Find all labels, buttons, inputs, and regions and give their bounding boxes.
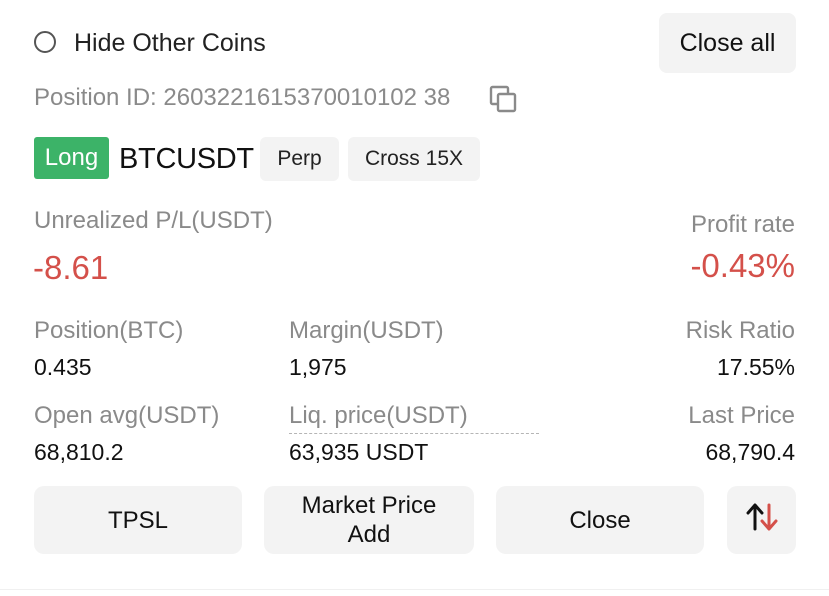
risk-ratio-value: 17.55% [716, 354, 795, 380]
margin-label: Margin(USDT) [289, 317, 444, 344]
bottom-divider [0, 589, 829, 590]
last-price-label: Last Price [688, 402, 795, 429]
tpsl-button[interactable]: TPSL [34, 486, 242, 554]
liq-price-value: 63,935 USDT [289, 439, 429, 465]
position-size-label: Position(BTC) [34, 317, 184, 344]
market-price-add-button[interactable]: Market Price Add [264, 486, 474, 554]
symbol-name[interactable]: BTCUSDT [119, 141, 254, 177]
position-id-label: Position ID: [34, 84, 157, 111]
position-size-value: 0.435 [34, 354, 92, 380]
hide-other-coins-label[interactable]: Hide Other Coins [74, 27, 266, 59]
market-price-add-label: Market Price Add [302, 491, 437, 549]
profit-rate-value: -0.43% [690, 247, 795, 284]
copy-icon[interactable] [489, 85, 517, 113]
long-badge: Long [34, 137, 109, 179]
liq-price-label[interactable]: Liq. price(USDT) [289, 401, 539, 434]
cross-leverage-tag[interactable]: Cross 15X [348, 137, 480, 181]
reverse-arrows-icon [745, 502, 779, 539]
market-price-add-line2: Add [347, 521, 391, 548]
hide-other-coins-radio[interactable] [34, 31, 56, 53]
position-id: Position ID: 2603221615370010102 38 [34, 82, 450, 114]
unrealized-pl-label: Unrealized P/L(USDT) [34, 207, 273, 234]
open-avg-value: 68,810.2 [34, 439, 124, 465]
reverse-position-button[interactable] [727, 486, 796, 554]
close-position-button[interactable]: Close [496, 486, 704, 554]
position-id-value: 2603221615370010102 38 [163, 84, 451, 111]
open-avg-label: Open avg(USDT) [34, 402, 220, 429]
profit-rate-label: Profit rate [690, 211, 795, 238]
margin-value: 1,975 [289, 354, 347, 380]
risk-ratio-label: Risk Ratio [685, 317, 795, 344]
perp-tag: Perp [260, 137, 339, 181]
market-price-add-line1: Market Price [301, 492, 437, 519]
unrealized-pl-value: -8.61 [33, 249, 109, 286]
close-all-button[interactable]: Close all [659, 13, 796, 73]
last-price-value: 68,790.4 [705, 439, 795, 465]
